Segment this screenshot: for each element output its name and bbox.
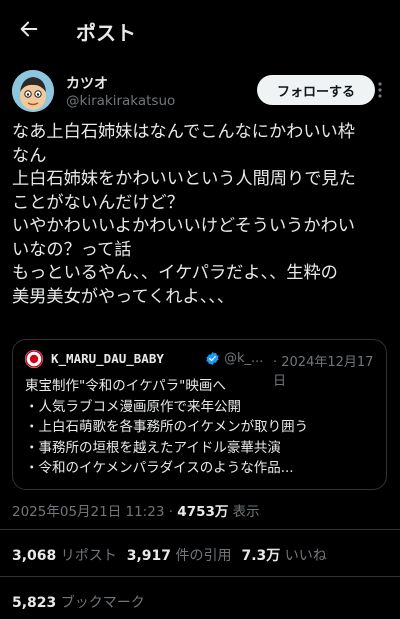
like-stat[interactable]: 7.3万 いいね xyxy=(242,548,327,564)
post-author: カツオ @kirakirakatsuo フォローする xyxy=(12,70,388,116)
view-label: 表示 xyxy=(228,504,260,520)
post-timestamp[interactable]: 2025年05月21日 11:23 · xyxy=(12,504,177,520)
author-handle[interactable]: @kirakirakatsuo xyxy=(66,93,175,109)
avatar-image xyxy=(12,70,54,112)
arrow-left-icon[interactable] xyxy=(18,18,40,40)
quote-author-handle: @k_... xyxy=(224,351,264,366)
repost-label: リポスト xyxy=(56,548,117,564)
quote-logo-icon xyxy=(25,350,43,368)
post-line: もっといるやん、、イケパラだよ、、生粋の xyxy=(12,263,338,283)
repost-count: 3,068 xyxy=(12,548,57,564)
post-line: なあ上白石姉妹はなんでこんなにかわいい枠 xyxy=(12,122,355,142)
quote-author-name: K_MARU_DAU_BABY xyxy=(51,351,164,366)
post-meta: 2025年05月21日 11:23 · 4753万 表示 xyxy=(12,500,260,520)
quote-line: ・人気ラブコメ漫画原作で来年公開 xyxy=(25,398,241,415)
quote-line: ・事務所の垣根を越えたアイドル豪華共演 xyxy=(25,439,281,456)
divider xyxy=(0,576,400,577)
post-text: なあ上白石姉妹はなんでこんなにかわいい枠 なん 上白石姉妹をかわいいという人間周… xyxy=(12,121,392,309)
follow-button[interactable]: フォローする xyxy=(257,75,375,105)
quote-text: 東宝制作"令和のイケパラ"映画へ ・人気ラブコメ漫画原作で来年公開 ・上白石萌歌… xyxy=(25,376,380,479)
divider xyxy=(0,529,400,530)
page-title: ポスト xyxy=(76,21,136,45)
quote-stat[interactable]: 3,917 件の引用 xyxy=(127,548,232,564)
header: ポスト xyxy=(0,0,400,58)
post-line: 美男美女がやってくれよ、、、 xyxy=(12,286,235,307)
bookmark-label: ブックマーク xyxy=(56,595,145,611)
quote-line: ・令和のイケメンパラダイスのような作品... xyxy=(25,460,294,476)
quote-line: 東宝制作"令和のイケパラ"映画へ xyxy=(25,378,226,394)
post-line: ことがないんだけど？ xyxy=(12,192,184,213)
verified-badge-icon xyxy=(206,351,219,366)
quoted-post[interactable]: K_MARU_DAU_BABY @k_... · 2024年12月17日 東宝制… xyxy=(12,339,387,490)
post-line: なん xyxy=(12,145,47,166)
like-count: 7.3万 xyxy=(241,548,281,564)
post-line: 上白石姉妹をかわいいという人間周りで見た xyxy=(12,169,356,189)
bookmark-stat[interactable]: 5,823 ブックマーク xyxy=(12,592,145,612)
more-vertical-icon[interactable] xyxy=(372,80,388,100)
engagement-stats: 3,068 リポスト 3,917 件の引用 7.3万 いいね xyxy=(12,545,327,565)
repost-stat[interactable]: 3,068 リポスト xyxy=(12,548,117,564)
quote-line: ・上白石萌歌を各事務所のイケメンが取り囲う xyxy=(25,419,309,435)
like-label: いいね xyxy=(280,548,327,564)
post-line: いやかわいいよかわいいけどそういうかわい xyxy=(12,216,355,236)
quote-avatar xyxy=(25,350,43,368)
post-line: いなの？って話 xyxy=(12,239,132,260)
quote-count: 3,917 xyxy=(126,548,172,564)
quote-label: 件の引用 xyxy=(171,548,232,564)
author-name[interactable]: カツオ xyxy=(66,73,108,93)
view-count: 4753万 xyxy=(177,504,229,520)
avatar[interactable] xyxy=(12,70,54,112)
bookmark-count: 5,823 xyxy=(12,595,57,611)
